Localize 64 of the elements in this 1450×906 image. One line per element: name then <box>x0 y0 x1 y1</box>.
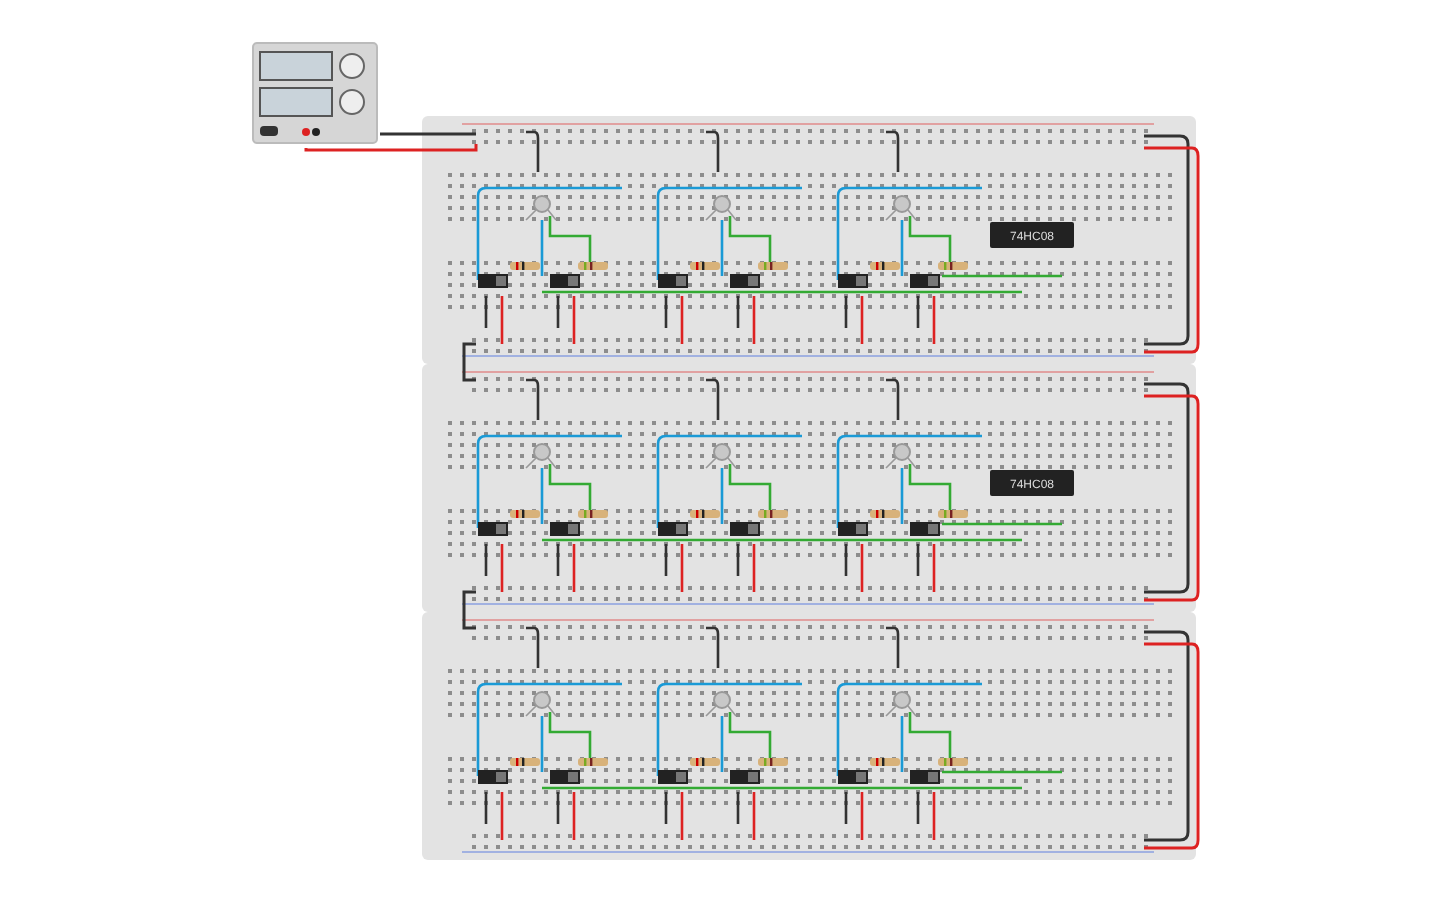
slide-switch[interactable] <box>658 770 688 784</box>
resistor <box>510 262 540 270</box>
wire <box>526 378 540 420</box>
wire <box>484 544 488 576</box>
led <box>885 443 917 469</box>
wire <box>484 792 488 824</box>
slide-switch[interactable] <box>478 522 508 536</box>
wire <box>526 626 540 668</box>
resistor <box>938 758 968 766</box>
resistor <box>510 510 540 518</box>
wire <box>706 626 720 668</box>
slide-switch[interactable] <box>910 770 940 784</box>
led <box>705 691 737 717</box>
slide-switch[interactable] <box>550 770 580 784</box>
slide-switch[interactable] <box>478 770 508 784</box>
resistor <box>758 262 788 270</box>
wire <box>886 378 900 420</box>
slide-switch[interactable] <box>910 274 940 288</box>
slide-switch[interactable] <box>550 274 580 288</box>
slide-switch[interactable] <box>838 522 868 536</box>
wire <box>706 130 720 172</box>
wire <box>500 544 504 592</box>
wire <box>886 130 900 172</box>
wire <box>462 590 476 630</box>
slide-switch[interactable] <box>838 770 868 784</box>
resistor <box>870 510 900 518</box>
resistor <box>510 758 540 766</box>
resistor <box>938 262 968 270</box>
slide-switch[interactable] <box>658 522 688 536</box>
resistor <box>690 758 720 766</box>
wire <box>500 296 504 344</box>
led <box>525 195 557 221</box>
slide-switch[interactable] <box>478 274 508 288</box>
wire <box>484 296 488 328</box>
resistor <box>578 758 608 766</box>
slide-switch[interactable] <box>730 522 760 536</box>
slide-switch[interactable] <box>730 770 760 784</box>
wire <box>462 342 476 382</box>
wire <box>500 792 504 840</box>
resistor <box>938 510 968 518</box>
led <box>525 691 557 717</box>
slide-switch[interactable] <box>838 274 868 288</box>
resistor <box>758 758 788 766</box>
led <box>525 443 557 469</box>
resistor <box>578 510 608 518</box>
resistor <box>870 262 900 270</box>
slide-switch[interactable] <box>550 522 580 536</box>
resistor <box>758 510 788 518</box>
slide-switch[interactable] <box>658 274 688 288</box>
resistor <box>690 262 720 270</box>
led <box>705 195 737 221</box>
wire <box>380 132 476 136</box>
power-supply-drawing <box>252 42 380 146</box>
led <box>885 195 917 221</box>
resistor <box>870 758 900 766</box>
led <box>885 691 917 717</box>
wire <box>706 378 720 420</box>
resistor <box>690 510 720 518</box>
slide-switch[interactable] <box>730 274 760 288</box>
wire <box>526 130 540 172</box>
wire <box>886 626 900 668</box>
led <box>705 443 737 469</box>
slide-switch[interactable] <box>910 522 940 536</box>
resistor <box>578 262 608 270</box>
